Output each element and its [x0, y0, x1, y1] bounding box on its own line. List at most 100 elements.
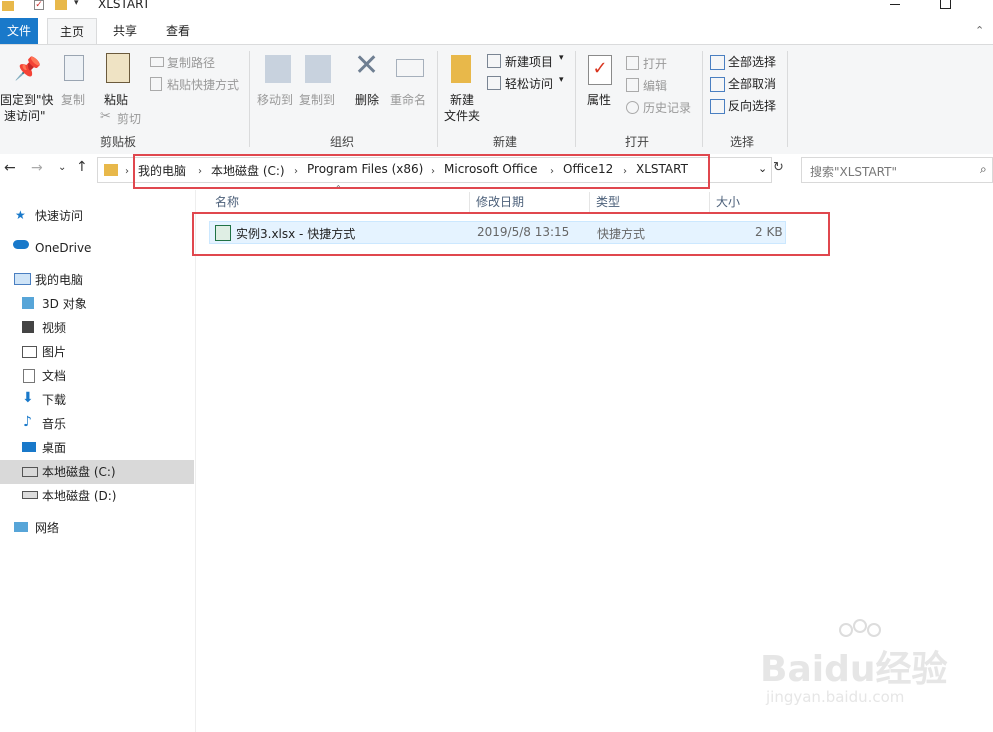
- watermark: Baidu经验 jingyan.baidu.com: [760, 619, 990, 712]
- nav-quick-access[interactable]: 快速访问: [35, 205, 83, 227]
- computer-icon: [14, 273, 31, 285]
- cut-icon: ✂: [100, 109, 111, 124]
- new-folder-label-1[interactable]: 新建: [450, 91, 474, 108]
- watermark-brand: Baidu经验: [760, 649, 948, 690]
- new-item-icon: [487, 54, 501, 68]
- easy-access-icon: [487, 76, 501, 90]
- separator: [787, 51, 788, 147]
- recent-locations-icon[interactable]: ⌄: [58, 162, 66, 173]
- rename-button[interactable]: 重命名: [390, 91, 426, 108]
- customize-qat-icon[interactable]: ▾: [74, 0, 79, 8]
- nav-documents[interactable]: 文档: [42, 365, 66, 387]
- search-placeholder: 搜索"XLSTART": [810, 165, 897, 179]
- separator: [575, 51, 576, 147]
- cube-3d-icon: [22, 297, 34, 309]
- search-input[interactable]: 搜索"XLSTART" ⌕: [801, 157, 993, 183]
- copy-to-icon: [305, 55, 331, 83]
- easy-access-dropdown-icon[interactable]: ▾: [559, 75, 564, 85]
- paste-shortcut-icon: [150, 77, 162, 91]
- paste-shortcut-button[interactable]: 粘贴快捷方式: [167, 76, 239, 93]
- ribbon-tabs: 文件 主页 共享 查看 ⌃: [0, 18, 993, 44]
- separator: [437, 51, 438, 147]
- nav-drive-c[interactable]: 本地磁盘 (C:): [42, 461, 116, 483]
- new-item-dropdown-icon[interactable]: ▾: [559, 53, 564, 63]
- nav-music[interactable]: 音乐: [42, 413, 66, 435]
- column-header-size[interactable]: 大小: [710, 192, 786, 212]
- document-icon: [23, 369, 35, 383]
- open-button[interactable]: 打开: [643, 55, 667, 72]
- separator: [249, 51, 250, 147]
- group-open: 打开: [625, 135, 650, 149]
- nav-this-pc[interactable]: 我的电脑: [35, 269, 83, 291]
- edit-button[interactable]: 编辑: [643, 77, 667, 94]
- minimize-button[interactable]: [880, 0, 910, 14]
- nav-drive-d[interactable]: 本地磁盘 (D:): [42, 485, 116, 507]
- properties-quick-icon[interactable]: ✓: [34, 0, 44, 10]
- group-select: 选择: [730, 135, 755, 149]
- group-organize: 组织: [330, 135, 355, 149]
- invert-selection-button[interactable]: 反向选择: [728, 97, 776, 114]
- ribbon-collapse-icon[interactable]: ⌃: [975, 24, 984, 37]
- ribbon: 📌 固定到"快 速访问" 复制 粘贴 复制路径 粘贴快捷方式 ✂ 剪切 剪贴板 …: [0, 44, 993, 156]
- new-folder-label-2[interactable]: 文件夹: [444, 107, 480, 124]
- nav-pictures[interactable]: 图片: [42, 341, 66, 363]
- select-none-icon: [710, 77, 725, 92]
- paste-icon: [106, 53, 130, 83]
- copy-icon: [64, 55, 84, 81]
- copy-button[interactable]: 复制: [61, 91, 85, 108]
- refresh-icon[interactable]: ↻: [773, 160, 784, 175]
- new-item-button[interactable]: 新建项目: [505, 53, 553, 70]
- paste-button[interactable]: 粘贴: [104, 91, 128, 108]
- history-icon: [626, 101, 639, 114]
- tab-share[interactable]: 共享: [102, 18, 148, 44]
- up-arrow-icon[interactable]: ↑: [76, 159, 88, 175]
- drive-icon: [22, 491, 38, 499]
- new-folder-quick-icon[interactable]: [55, 0, 67, 10]
- new-folder-icon: [451, 55, 471, 83]
- search-icon[interactable]: ⌕: [980, 162, 987, 177]
- column-header-name[interactable]: 名称: [209, 192, 470, 212]
- copy-path-icon: [150, 57, 164, 67]
- move-to-button[interactable]: 移动到: [257, 91, 293, 108]
- easy-access-button[interactable]: 轻松访问: [505, 75, 553, 92]
- drive-icon: [22, 467, 38, 477]
- maximize-button[interactable]: [930, 0, 960, 14]
- column-header-type[interactable]: 类型: [590, 192, 710, 212]
- watermark-url: jingyan.baidu.com: [766, 688, 905, 706]
- open-icon: [626, 56, 639, 70]
- copy-path-button[interactable]: 复制路径: [167, 54, 215, 71]
- column-header-modified[interactable]: 修改日期: [470, 192, 590, 212]
- desktop-icon: [22, 442, 36, 452]
- title-bar: ✓ ▾ XLSTART: [0, 0, 993, 18]
- forward-arrow-icon[interactable]: →: [31, 160, 43, 176]
- nav-network[interactable]: 网络: [35, 517, 59, 539]
- delete-button[interactable]: 删除: [355, 91, 379, 108]
- tab-view[interactable]: 查看: [155, 18, 201, 44]
- nav-desktop[interactable]: 桌面: [42, 437, 66, 459]
- video-icon: [22, 321, 34, 333]
- cut-button[interactable]: 剪切: [117, 110, 141, 127]
- nav-downloads[interactable]: 下载: [42, 389, 66, 411]
- breadcrumb-highlight-box: [133, 154, 710, 189]
- tab-file[interactable]: 文件: [0, 18, 38, 44]
- breadcrumb-separator-icon[interactable]: ›: [125, 166, 129, 177]
- copy-to-button[interactable]: 复制到: [299, 91, 335, 108]
- file-highlight-box: [192, 212, 830, 256]
- pin-label-1[interactable]: 固定到"快: [0, 91, 54, 108]
- tab-home[interactable]: 主页: [47, 18, 97, 44]
- properties-button[interactable]: 属性: [587, 91, 611, 108]
- properties-icon: ✓: [588, 55, 612, 85]
- address-dropdown-icon[interactable]: ⌄: [758, 162, 767, 175]
- history-button[interactable]: 历史记录: [643, 99, 691, 116]
- pin-label-2[interactable]: 速访问": [4, 107, 46, 124]
- nav-onedrive[interactable]: OneDrive: [35, 237, 91, 259]
- back-arrow-icon[interactable]: ←: [4, 160, 16, 176]
- nav-3d-objects[interactable]: 3D 对象: [42, 293, 87, 315]
- network-icon: [14, 522, 28, 532]
- select-all-button[interactable]: 全部选择: [728, 53, 776, 70]
- star-icon: ★: [15, 208, 26, 222]
- nav-videos[interactable]: 视频: [42, 317, 66, 339]
- rename-icon: [396, 59, 424, 77]
- select-none-button[interactable]: 全部取消: [728, 75, 776, 92]
- group-clipboard: 剪贴板: [100, 135, 137, 149]
